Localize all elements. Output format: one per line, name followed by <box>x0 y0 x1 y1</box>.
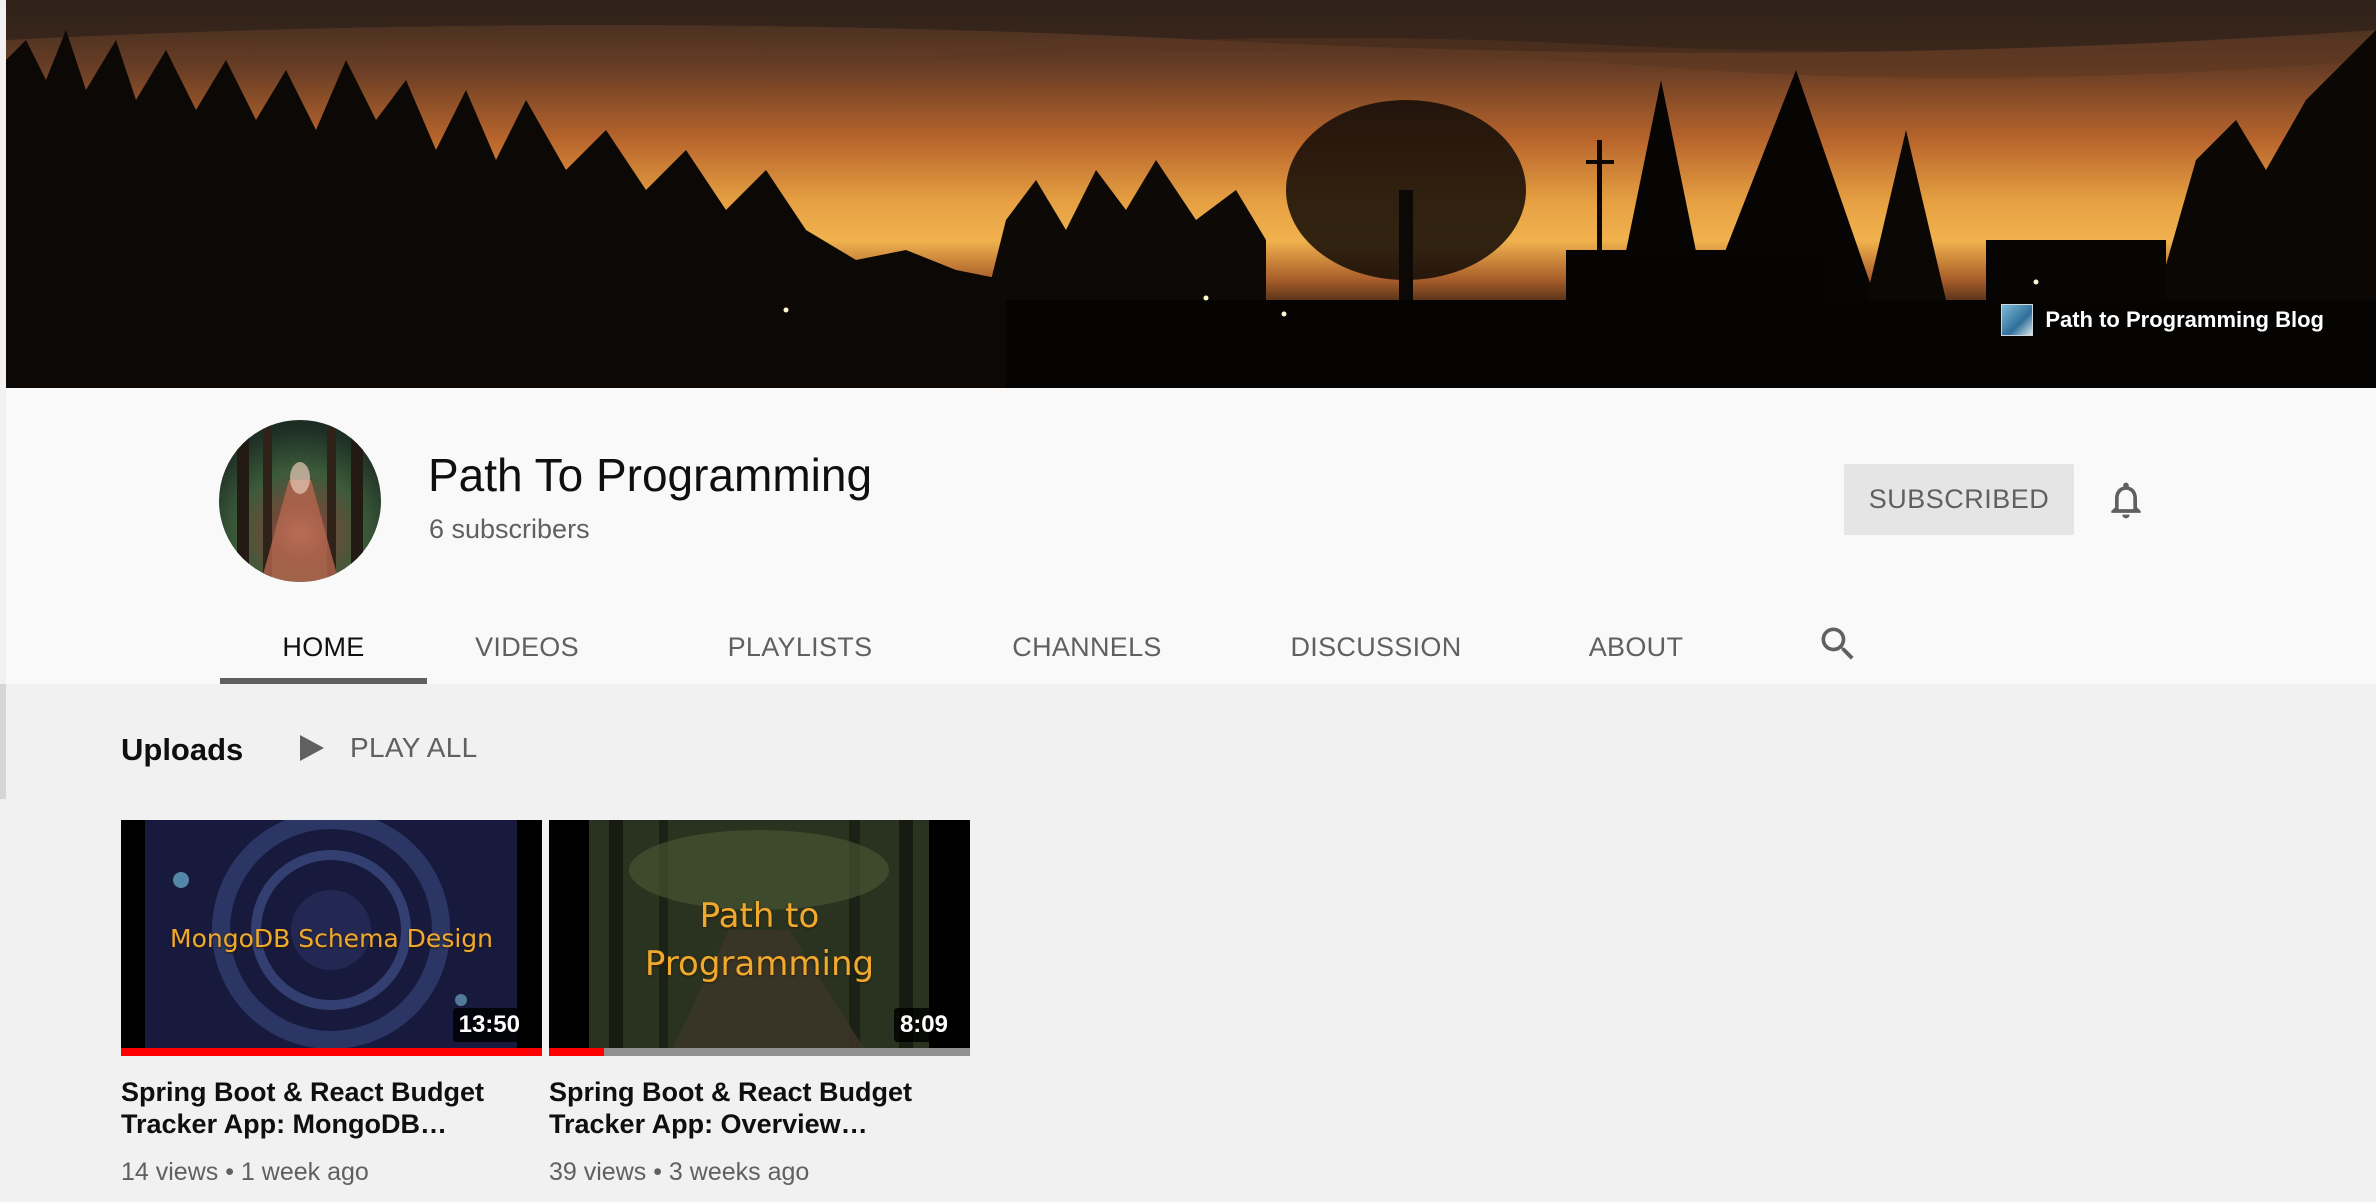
play-all-label: PLAY ALL <box>350 732 478 763</box>
avatar-forest-path-image <box>237 420 363 582</box>
video-thumbnail[interactable]: MongoDB Schema Design 13:50 <box>121 820 542 1056</box>
tab-home[interactable]: HOME <box>220 610 427 684</box>
video-title[interactable]: Spring Boot & React Budget Tracker App: … <box>549 1076 970 1140</box>
video-metadata: 39 views • 3 weeks ago <box>549 1158 810 1186</box>
subscribed-button[interactable]: SUBSCRIBED <box>1844 464 2074 535</box>
tab-videos[interactable]: VIDEOS <box>462 610 592 684</box>
subscriber-count: 6 subscribers <box>429 514 590 544</box>
banner-blog-link-label: Path to Programming Blog <box>2045 307 2324 332</box>
tab-discussion[interactable]: DISCUSSION <box>1286 610 1466 684</box>
tab-playlists[interactable]: PLAYLISTS <box>720 610 880 684</box>
watch-progress-fill <box>121 1048 542 1056</box>
bell-icon[interactable] <box>2104 478 2148 522</box>
watch-progress-bar <box>121 1048 542 1056</box>
thumbnail-title-line: Path to <box>699 896 820 936</box>
tab-about[interactable]: ABOUT <box>1576 610 1696 684</box>
video-title-line: Spring Boot & React Budget <box>549 1077 912 1107</box>
banner-blog-link[interactable]: Path to Programming Blog <box>2001 304 2324 336</box>
left-rail <box>0 684 6 799</box>
blog-favicon-icon <box>2001 304 2034 336</box>
uploads-heading[interactable]: Uploads <box>121 732 243 768</box>
watch-progress-bar <box>549 1048 970 1056</box>
video-card[interactable]: MongoDB Schema Design 13:50 Spring Boot … <box>121 820 542 1187</box>
video-duration: 13:50 <box>452 1008 526 1042</box>
video-title-line: Tracker App: Overview… <box>549 1109 868 1139</box>
channel-name: Path To Programming <box>428 449 873 501</box>
thumbnail-title-text: MongoDB Schema Design <box>170 924 493 953</box>
video-title[interactable]: Spring Boot & React Budget Tracker App: … <box>121 1076 542 1140</box>
play-icon <box>300 735 324 761</box>
video-title-line: Tracker App: MongoDB… <box>121 1109 448 1139</box>
play-all-button[interactable]: PLAY ALL <box>298 732 477 764</box>
thumbnail-title-text: Path to Programming <box>549 892 970 988</box>
video-card[interactable]: Path to Programming 8:09 Spring Boot & R… <box>549 820 970 1187</box>
search-icon[interactable] <box>1816 622 1860 666</box>
channel-header: Path To Programming 6 subscribers SUBSCR… <box>6 388 2376 684</box>
video-title-line: Spring Boot & React Budget <box>121 1077 484 1107</box>
channel-avatar[interactable] <box>219 420 381 582</box>
video-metadata: 14 views • 1 week ago <box>121 1158 369 1186</box>
channel-banner: Path to Programming Blog <box>6 0 2376 388</box>
video-thumbnail[interactable]: Path to Programming 8:09 <box>549 820 970 1056</box>
tab-channels[interactable]: CHANNELS <box>1002 610 1172 684</box>
thumbnail-title-line: Programming <box>644 944 875 984</box>
watch-progress-fill <box>549 1048 604 1056</box>
channel-content: Uploads PLAY ALL MongoDB Schema Design 1… <box>0 684 2376 1202</box>
video-duration: 8:09 <box>893 1008 954 1042</box>
